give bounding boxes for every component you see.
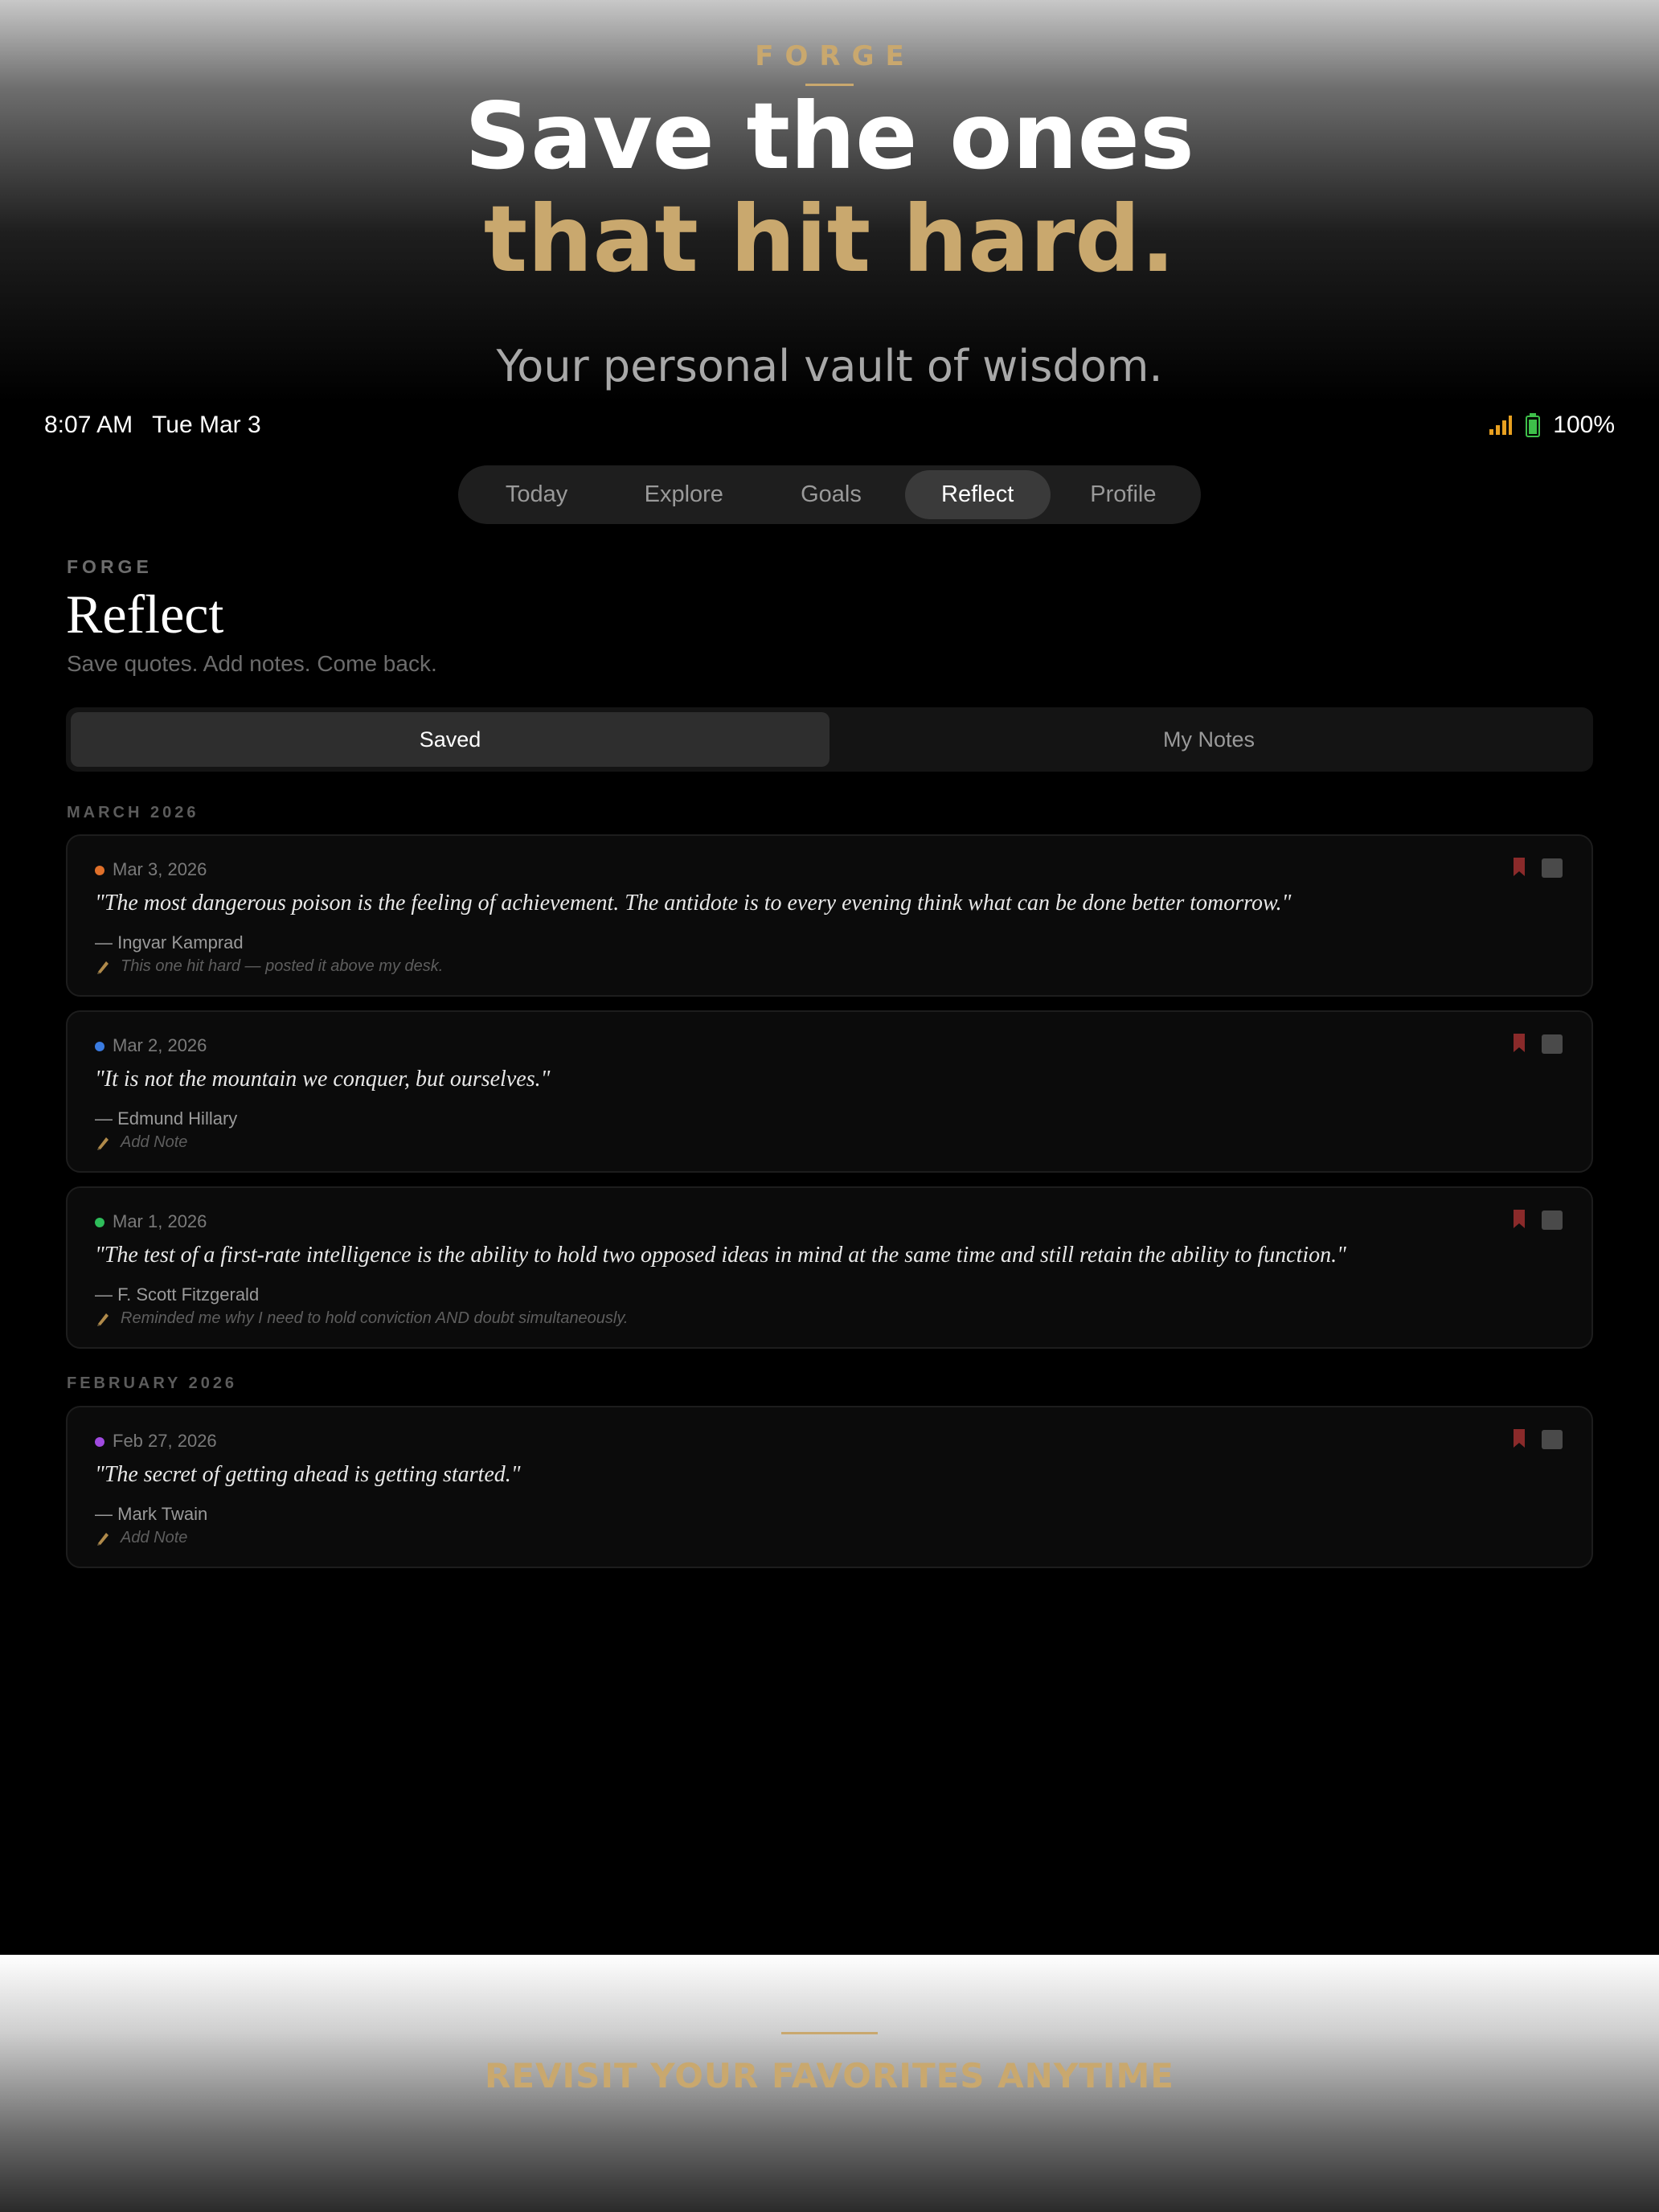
- app-brand: FORGE: [67, 556, 153, 577]
- month-header: FEBRUARY 2026: [67, 1374, 238, 1392]
- promo-headline-line1: Save the ones: [465, 83, 1194, 190]
- quote-author: — Mark Twain: [95, 1504, 208, 1524]
- bookmark-icon[interactable]: [1511, 1209, 1527, 1230]
- share-icon[interactable]: [1542, 1034, 1563, 1054]
- bookmark-icon[interactable]: [1511, 857, 1527, 878]
- page-subtitle: Save quotes. Add notes. Come back.: [67, 651, 437, 676]
- category-dot: [95, 1437, 104, 1447]
- note-text: This one hit hard — posted it above my d…: [121, 957, 444, 975]
- quote-date: Mar 2, 2026: [113, 1035, 207, 1055]
- add-note-button[interactable]: Add Note: [95, 1529, 187, 1547]
- share-icon[interactable]: [1542, 1210, 1563, 1230]
- quote-text: "The most dangerous poison is the feelin…: [95, 891, 1292, 916]
- quote-date: Mar 3, 2026: [113, 859, 207, 879]
- status-time: 8:07 AM: [44, 412, 133, 438]
- pencil-icon: [97, 1137, 109, 1150]
- promo-headline-line2: that hit hard.: [483, 186, 1176, 293]
- nav-tab-goals[interactable]: Goals: [757, 470, 904, 519]
- quote-text: "It is not the mountain we conquer, but …: [95, 1067, 551, 1092]
- bookmark-icon[interactable]: [1511, 1428, 1527, 1449]
- quote-card[interactable]: Mar 2, 2026 "It is not the mountain we c…: [66, 1010, 1593, 1173]
- promo-tagline: REVISIT YOUR FAVORITES ANYTIME: [484, 2056, 1174, 2095]
- quote-date: Feb 27, 2026: [113, 1431, 217, 1451]
- bookmark-icon[interactable]: [1511, 1033, 1527, 1054]
- segmented-control: Saved My Notes: [66, 707, 1593, 772]
- battery-icon: [1526, 413, 1541, 437]
- nav-tab-profile[interactable]: Profile: [1051, 470, 1196, 519]
- promo-banner-top: FORGE Save the ones that hit hard. Your …: [0, 0, 1659, 402]
- note-text: Add Note: [121, 1529, 188, 1546]
- page-title: Reflect: [66, 584, 224, 645]
- main-nav: Today Explore Goals Reflect Profile: [458, 465, 1201, 524]
- wifi-icon: [1489, 416, 1513, 435]
- status-date: Tue Mar 3: [152, 412, 261, 438]
- status-bar-left: 8:07 AM Tue Mar 3: [44, 412, 261, 439]
- segment-my-notes[interactable]: My Notes: [830, 712, 1588, 767]
- nav-tab-reflect[interactable]: Reflect: [904, 470, 1051, 519]
- nav-tab-explore[interactable]: Explore: [610, 470, 757, 519]
- tagline-divider: [781, 2032, 878, 2034]
- month-header: MARCH 2026: [67, 804, 199, 821]
- pencil-icon: [97, 1313, 109, 1326]
- quote-author: — Ingvar Kamprad: [95, 932, 244, 952]
- category-dot: [95, 1042, 104, 1051]
- pencil-icon: [97, 1532, 109, 1546]
- quote-card[interactable]: Mar 3, 2026 "The most dangerous poison i…: [66, 834, 1593, 997]
- promo-brand: FORGE: [755, 40, 916, 72]
- category-dot: [95, 1218, 104, 1227]
- note-text: Reminded me why I need to hold convictio…: [121, 1309, 629, 1327]
- share-icon[interactable]: [1542, 858, 1563, 878]
- quote-date: Mar 1, 2026: [113, 1211, 207, 1231]
- pencil-icon: [97, 961, 109, 974]
- promo-subtitle: Your personal vault of wisdom.: [496, 341, 1163, 391]
- quote-author: — Edmund Hillary: [95, 1108, 238, 1129]
- segment-saved[interactable]: Saved: [71, 712, 830, 767]
- note-row[interactable]: Reminded me why I need to hold convictio…: [95, 1309, 628, 1328]
- quote-author: — F. Scott Fitzgerald: [95, 1284, 260, 1305]
- status-bar-right: 100%: [1489, 412, 1615, 439]
- battery-percentage: 100%: [1553, 412, 1615, 438]
- nav-tab-today[interactable]: Today: [463, 470, 610, 519]
- share-icon[interactable]: [1542, 1430, 1563, 1449]
- note-text: Add Note: [121, 1133, 188, 1151]
- add-note-button[interactable]: Add Note: [95, 1133, 187, 1152]
- quote-card[interactable]: Feb 27, 2026 "The secret of getting ahea…: [66, 1406, 1593, 1568]
- promo-banner-bottom: REVISIT YOUR FAVORITES ANYTIME: [0, 1955, 1659, 2212]
- quote-card[interactable]: Mar 1, 2026 "The test of a first-rate in…: [66, 1186, 1593, 1349]
- category-dot: [95, 866, 104, 875]
- note-row[interactable]: This one hit hard — posted it above my d…: [95, 957, 443, 976]
- quote-text: "The secret of getting ahead is getting …: [95, 1462, 521, 1487]
- quote-text: "The test of a first-rate intelligence i…: [95, 1243, 1346, 1268]
